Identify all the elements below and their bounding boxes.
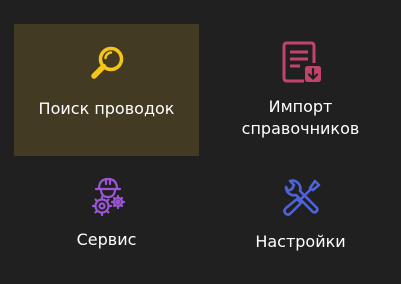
tile-settings[interactable]: Настройки xyxy=(208,168,393,272)
tile-import-directories[interactable]: Импорт справочников xyxy=(208,24,393,156)
tile-service[interactable]: Сервис xyxy=(14,168,199,272)
worker-gears-icon xyxy=(86,175,128,217)
wrench-screwdriver-icon xyxy=(280,177,322,219)
tile-label: Настройки xyxy=(255,232,346,251)
tile-label-line-2: справочников xyxy=(241,119,360,138)
magnifier-icon xyxy=(86,43,128,85)
tile-label-line-1: Импорт xyxy=(268,97,333,116)
tile-label: Поиск проводок xyxy=(38,99,175,118)
document-import-icon xyxy=(280,41,322,83)
tile-transaction-search[interactable]: Поиск проводок xyxy=(14,24,199,156)
tile-label: Сервис xyxy=(76,230,137,249)
